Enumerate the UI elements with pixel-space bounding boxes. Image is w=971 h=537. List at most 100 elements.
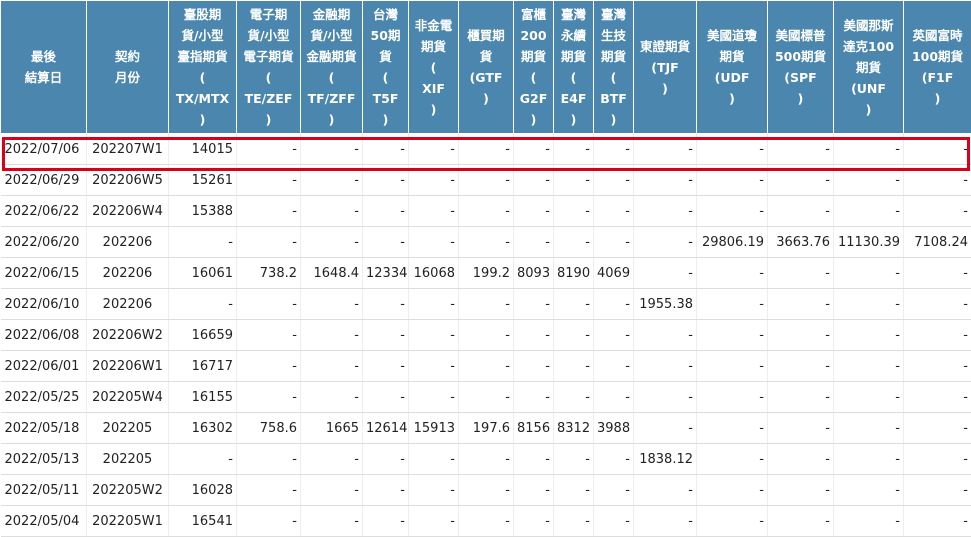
cell-settle-price: - <box>834 320 904 351</box>
header-e4f: 臺灣永續期貨(E4F) <box>554 1 594 134</box>
table-row: 2022/06/1520220616061738.21648.412334160… <box>1 258 971 289</box>
header-g2f: 富櫃200期貨(G2F) <box>514 1 554 134</box>
cell-settle-date: 2022/06/01 <box>1 351 87 382</box>
cell-settle-price: - <box>301 165 363 196</box>
cell-settle-price: - <box>409 320 459 351</box>
cell-settle-price: - <box>768 258 834 289</box>
header-spf: 美國標普500期貨(SPF) <box>768 1 834 134</box>
header-line: 期貨 <box>515 46 552 67</box>
cell-settle-price: - <box>554 351 594 382</box>
cell-settle-price: 16717 <box>169 351 237 382</box>
cell-settle-price: - <box>459 444 514 475</box>
header-line: (GTF <box>460 67 512 88</box>
header-line: 金融期 <box>302 4 361 25</box>
header-line: (SPF <box>769 67 832 88</box>
cell-settle-price: - <box>459 196 514 227</box>
header-xif: 非金電期貨(XIF) <box>409 1 459 134</box>
table-row: 2022/05/1820220516302758.616651261415913… <box>1 413 971 444</box>
cell-settle-price: 8093 <box>514 258 554 289</box>
header-line: 臺股期 <box>170 4 235 25</box>
header-line: 貨 <box>364 46 407 67</box>
cell-settle-price: - <box>697 475 768 506</box>
cell-settle-date: 2022/06/08 <box>1 320 87 351</box>
header-t5f: 台灣50期貨(T5F) <box>363 1 409 134</box>
table-row: 2022/06/22202206W415388------------- <box>1 196 971 227</box>
cell-settle-price: - <box>697 382 768 413</box>
cell-settle-price: - <box>459 506 514 537</box>
header-line: 達克100 <box>835 36 902 57</box>
cell-settle-price: 4069 <box>594 258 634 289</box>
cell-settle-price: - <box>409 196 459 227</box>
cell-contract-month: 202205W4 <box>87 382 169 413</box>
header-line: 最後 <box>2 46 85 67</box>
cell-settle-price: 16541 <box>169 506 237 537</box>
cell-settle-price: 16068 <box>409 258 459 289</box>
header-line: ) <box>595 109 632 130</box>
cell-settle-price: - <box>768 475 834 506</box>
cell-settle-date: 2022/07/06 <box>1 134 87 165</box>
header-line: ) <box>698 88 766 109</box>
cell-settle-date: 2022/06/20 <box>1 227 87 258</box>
header-line: G2F <box>515 88 552 109</box>
header-line: 美國那斯 <box>835 15 902 36</box>
cell-contract-month: 202205W2 <box>87 475 169 506</box>
header-line: 期貨 <box>698 46 766 67</box>
cell-settle-price: - <box>409 227 459 258</box>
header-line: ) <box>769 88 832 109</box>
cell-settle-price: - <box>634 382 697 413</box>
header-line: 貨/小型 <box>170 25 235 46</box>
cell-settle-price: - <box>697 258 768 289</box>
header-line: 金融期貨 <box>302 46 361 67</box>
cell-settle-date: 2022/05/04 <box>1 506 87 537</box>
cell-settle-price: - <box>768 382 834 413</box>
header-line: 生技 <box>595 25 632 46</box>
header-line: ( <box>555 67 592 88</box>
header-settle-date: 最後結算日 <box>1 1 87 134</box>
table-row: 2022/05/25202205W416155------------- <box>1 382 971 413</box>
cell-settle-price: - <box>834 382 904 413</box>
cell-settle-price: - <box>697 320 768 351</box>
header-line: 電子期 <box>238 4 299 25</box>
cell-settle-price: - <box>834 444 904 475</box>
cell-contract-month: 202205 <box>87 444 169 475</box>
cell-settle-price: - <box>697 134 768 165</box>
cell-settle-price: - <box>301 320 363 351</box>
header-line: ) <box>170 109 235 130</box>
cell-settle-date: 2022/05/13 <box>1 444 87 475</box>
header-line: 100期貨 <box>905 46 970 67</box>
table-row: 2022/05/04202205W116541------------- <box>1 506 971 537</box>
header-line: (UDF <box>698 67 766 88</box>
cell-settle-price: 197.6 <box>459 413 514 444</box>
cell-settle-price: - <box>237 382 301 413</box>
cell-settle-price: 14015 <box>169 134 237 165</box>
cell-settle-price: - <box>514 227 554 258</box>
cell-settle-price: - <box>514 165 554 196</box>
cell-settle-price: - <box>697 506 768 537</box>
header-line: ( <box>410 57 457 78</box>
cell-settle-price: - <box>459 320 514 351</box>
cell-settle-price: - <box>409 289 459 320</box>
cell-settle-price: - <box>363 320 409 351</box>
header-line: 50期 <box>364 25 407 46</box>
header-line: ) <box>302 109 361 130</box>
cell-settle-price: 16302 <box>169 413 237 444</box>
cell-settle-price: - <box>834 289 904 320</box>
header-line: 契約 <box>88 46 167 67</box>
cell-settle-price: - <box>904 134 971 165</box>
header-line: 期貨 <box>410 36 457 57</box>
cell-settle-price: - <box>514 320 554 351</box>
cell-settle-price: - <box>301 506 363 537</box>
cell-settle-price: - <box>514 134 554 165</box>
cell-settle-price: - <box>594 165 634 196</box>
header-unf: 美國那斯達克100期貨(UNF) <box>834 1 904 134</box>
cell-settle-price: - <box>634 134 697 165</box>
header-line: XIF <box>410 78 457 99</box>
header-line: E4F <box>555 88 592 109</box>
table-row: 2022/06/20202206----------29806.193663.7… <box>1 227 971 258</box>
cell-settle-price: - <box>237 320 301 351</box>
cell-settle-price: - <box>697 413 768 444</box>
cell-settle-price: 8312 <box>554 413 594 444</box>
header-line: ) <box>515 109 552 130</box>
cell-settle-price: - <box>409 444 459 475</box>
header-line: 期貨 <box>595 46 632 67</box>
